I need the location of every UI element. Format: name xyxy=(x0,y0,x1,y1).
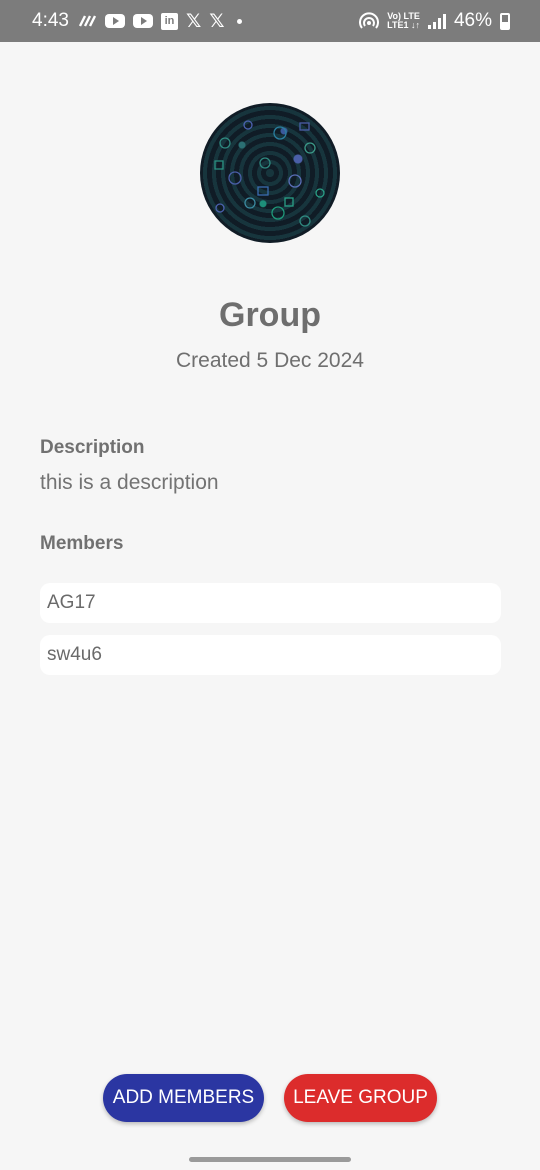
x-icon: 𝕏 xyxy=(185,10,202,32)
group-name: Group xyxy=(219,296,321,334)
x-icon: 𝕏 xyxy=(209,10,225,32)
notification-dot-icon xyxy=(236,18,242,24)
battery-icon xyxy=(500,12,510,30)
linkedin-icon: in xyxy=(160,12,178,30)
hotspot-icon xyxy=(359,12,380,30)
description-text: this is a description xyxy=(40,471,219,494)
wifi-calling-icon xyxy=(77,13,97,29)
member-name: sw4u6 xyxy=(47,644,102,665)
group-avatar[interactable] xyxy=(200,103,340,243)
status-right: Vo) LTE LTE1 ↓↑ 46% xyxy=(359,10,510,32)
battery-percent: 46% xyxy=(453,10,492,31)
network-bottom: LTE1 ↓↑ xyxy=(387,20,420,30)
description-label: Description xyxy=(40,437,145,458)
network-type: Vo) LTE LTE1 ↓↑ xyxy=(387,12,420,30)
status-bar: 4:43 in 𝕏 𝕏 Vo) LTE LTE1 ↓↑ 46% xyxy=(0,0,540,42)
signal-icon xyxy=(427,13,446,29)
add-members-button[interactable]: ADD MEMBERS xyxy=(103,1074,264,1122)
home-indicator[interactable] xyxy=(189,1157,351,1162)
status-left: 4:43 in 𝕏 𝕏 xyxy=(32,10,242,32)
avatar-pattern xyxy=(214,120,325,227)
member-name: AG17 xyxy=(47,592,96,613)
youtube-icon xyxy=(132,14,153,28)
member-item[interactable]: sw4u6 xyxy=(40,635,501,675)
leave-group-button[interactable]: LEAVE GROUP xyxy=(284,1074,437,1122)
members-label: Members xyxy=(40,533,124,554)
member-item[interactable]: AG17 xyxy=(40,583,501,623)
group-created-date: Created 5 Dec 2024 xyxy=(176,349,364,372)
status-time: 4:43 xyxy=(32,10,69,31)
youtube-icon xyxy=(104,14,125,28)
